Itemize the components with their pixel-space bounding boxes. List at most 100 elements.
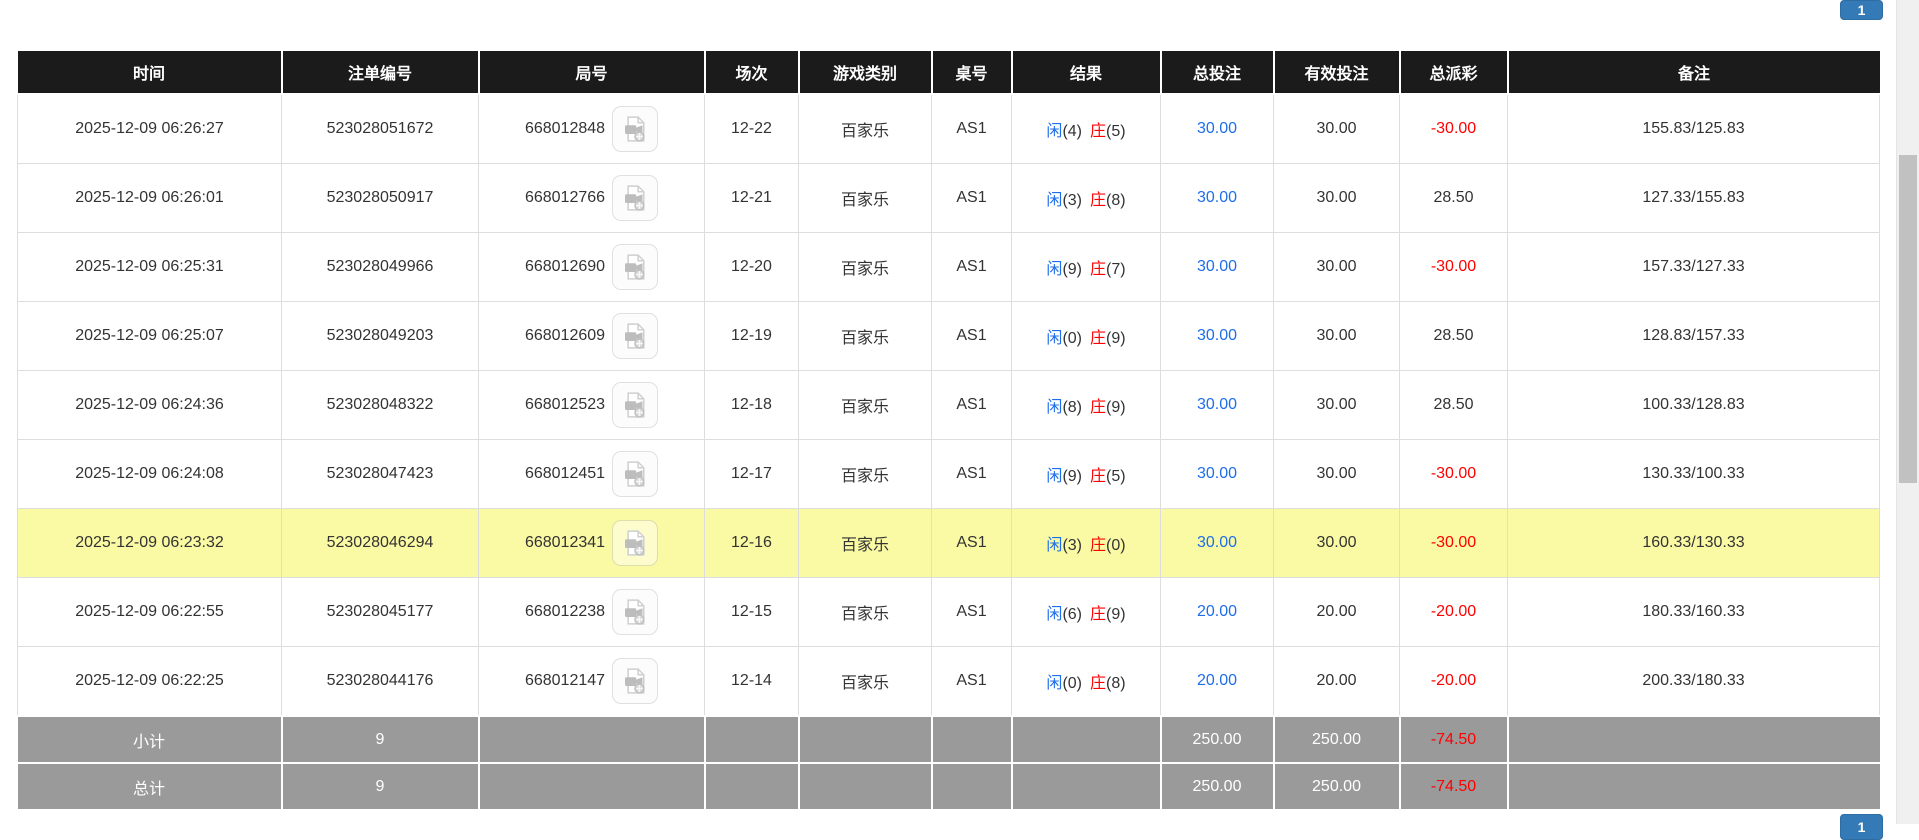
cell-bet-number: 523028044176 bbox=[281, 646, 479, 717]
cell-result: 闲(8) 庄(9) bbox=[1011, 370, 1161, 440]
cell-total-bet: 20.00 bbox=[1160, 577, 1274, 647]
player-result-score: (4) bbox=[1062, 123, 1082, 140]
subtotal-label: 小计 bbox=[17, 715, 283, 764]
cell-remark: 100.33/128.83 bbox=[1507, 370, 1880, 440]
col-table-number: 桌号 bbox=[930, 51, 1013, 95]
scrollbar-thumb[interactable] bbox=[1899, 155, 1917, 483]
cell-bet-number: 523028049966 bbox=[281, 232, 479, 302]
video-file-icon bbox=[625, 668, 645, 694]
round-number: 668012341 bbox=[524, 534, 606, 551]
cell-session: 12-16 bbox=[704, 508, 799, 578]
col-round-number: 局号 bbox=[477, 51, 706, 95]
total-row: 总计 9 250.00 250.00 -74.50 bbox=[17, 762, 1880, 809]
bet-records-panel: 时间 注单编号 局号 场次 游戏类别 桌号 结果 总投注 有效投注 总派彩 备注… bbox=[17, 51, 1880, 809]
cell-round-number: 668012451 bbox=[478, 439, 705, 509]
cell-result: 闲(9) 庄(5) bbox=[1011, 439, 1161, 509]
video-replay-button[interactable] bbox=[612, 313, 659, 359]
banker-result-score: (9) bbox=[1106, 606, 1126, 623]
subtotal-valid-bet: 250.00 bbox=[1272, 715, 1401, 764]
video-file-icon bbox=[625, 599, 645, 625]
video-replay-button[interactable] bbox=[612, 244, 659, 290]
cell-game-type: 百家乐 bbox=[798, 163, 932, 233]
cell-remark: 155.83/125.83 bbox=[1507, 93, 1880, 164]
cell-bet-number: 523028047423 bbox=[281, 439, 479, 509]
cell-valid-bet: 30.00 bbox=[1273, 93, 1400, 164]
col-bet-number: 注单编号 bbox=[280, 51, 480, 95]
player-result-score: (3) bbox=[1062, 192, 1082, 209]
video-replay-button[interactable] bbox=[612, 589, 659, 635]
header-row: 时间 注单编号 局号 场次 游戏类别 桌号 结果 总投注 有效投注 总派彩 备注 bbox=[17, 51, 1880, 95]
cell-round-number: 668012523 bbox=[478, 370, 705, 440]
table-row: 2025-12-09 06:22:55 523028045177 668012238… bbox=[17, 577, 1880, 647]
subtotal-row: 小计 9 250.00 250.00 -74.50 bbox=[17, 715, 1880, 764]
cell-valid-bet: 20.00 bbox=[1273, 646, 1400, 717]
cell-empty bbox=[703, 715, 800, 764]
cell-round-number: 668012609 bbox=[478, 301, 705, 371]
video-replay-button[interactable] bbox=[612, 175, 659, 221]
cell-round-number: 668012238 bbox=[478, 577, 705, 647]
cell-total-payout: -30.00 bbox=[1399, 93, 1508, 164]
col-valid-bet: 有效投注 bbox=[1272, 51, 1401, 95]
video-replay-button[interactable] bbox=[612, 451, 659, 497]
cell-remark: 130.33/100.33 bbox=[1507, 439, 1880, 509]
total-label: 总计 bbox=[17, 762, 283, 809]
cell-result: 闲(0) 庄(9) bbox=[1011, 301, 1161, 371]
col-total-payout: 总派彩 bbox=[1398, 51, 1509, 95]
cell-remark: 180.33/160.33 bbox=[1507, 577, 1880, 647]
cell-empty bbox=[1506, 715, 1880, 764]
player-result-label: 闲 bbox=[1046, 123, 1063, 140]
player-result-label: 闲 bbox=[1046, 399, 1063, 416]
cell-total-bet: 30.00 bbox=[1160, 439, 1274, 509]
cell-session: 12-14 bbox=[704, 646, 799, 717]
player-result-score: (8) bbox=[1062, 399, 1082, 416]
cell-time: 2025-12-09 06:24:36 bbox=[17, 370, 282, 440]
col-total-bet: 总投注 bbox=[1159, 51, 1275, 95]
cell-game-type: 百家乐 bbox=[798, 508, 932, 578]
player-result-score: (0) bbox=[1062, 330, 1082, 347]
pagination-page-1-top[interactable]: 1 bbox=[1840, 0, 1883, 20]
cell-table-number: AS1 bbox=[931, 93, 1012, 164]
cell-total-bet: 30.00 bbox=[1160, 93, 1274, 164]
cell-total-payout: 28.50 bbox=[1399, 163, 1508, 233]
player-result-label: 闲 bbox=[1046, 675, 1063, 692]
table-row: 2025-12-09 06:25:31 523028049966 668012690… bbox=[17, 232, 1880, 302]
cell-empty bbox=[1010, 715, 1162, 764]
cell-game-type: 百家乐 bbox=[798, 232, 932, 302]
cell-remark: 127.33/155.83 bbox=[1507, 163, 1880, 233]
cell-valid-bet: 30.00 bbox=[1273, 232, 1400, 302]
cell-result: 闲(9) 庄(7) bbox=[1011, 232, 1161, 302]
video-replay-button[interactable] bbox=[612, 382, 659, 428]
table-row: 2025-12-09 06:23:32 523028046294 668012341… bbox=[17, 508, 1880, 578]
table-row: 2025-12-09 06:24:08 523028047423 668012451… bbox=[17, 439, 1880, 509]
video-replay-button[interactable] bbox=[612, 520, 659, 566]
player-result-label: 闲 bbox=[1046, 468, 1063, 485]
video-replay-button[interactable] bbox=[612, 658, 659, 704]
cell-bet-number: 523028050917 bbox=[281, 163, 479, 233]
table-row: 2025-12-09 06:22:25 523028044176 668012147… bbox=[17, 646, 1880, 717]
banker-result-score: (8) bbox=[1106, 675, 1126, 692]
cell-time: 2025-12-09 06:23:32 bbox=[17, 508, 282, 578]
pagination-page-1-bottom[interactable]: 1 bbox=[1840, 814, 1883, 840]
cell-empty bbox=[703, 762, 800, 809]
banker-result-score: (9) bbox=[1106, 330, 1126, 347]
cell-valid-bet: 30.00 bbox=[1273, 163, 1400, 233]
banker-result-label: 庄 bbox=[1090, 123, 1107, 140]
table-row: 2025-12-09 06:24:36 523028048322 668012523… bbox=[17, 370, 1880, 440]
cell-round-number: 668012147 bbox=[478, 646, 705, 717]
cell-session: 12-17 bbox=[704, 439, 799, 509]
cell-total-bet: 30.00 bbox=[1160, 370, 1274, 440]
cell-bet-number: 523028049203 bbox=[281, 301, 479, 371]
cell-total-payout: -30.00 bbox=[1399, 439, 1508, 509]
cell-result: 闲(0) 庄(8) bbox=[1011, 646, 1161, 717]
banker-result-label: 庄 bbox=[1090, 606, 1107, 623]
video-replay-button[interactable] bbox=[612, 106, 659, 152]
cell-total-payout: 28.50 bbox=[1399, 301, 1508, 371]
cell-total-payout: 28.50 bbox=[1399, 370, 1508, 440]
cell-empty bbox=[797, 762, 933, 809]
cell-valid-bet: 30.00 bbox=[1273, 301, 1400, 371]
cell-session: 12-15 bbox=[704, 577, 799, 647]
cell-total-payout: -20.00 bbox=[1399, 577, 1508, 647]
banker-result-score: (7) bbox=[1106, 261, 1126, 278]
scrollbar-track[interactable] bbox=[1896, 0, 1919, 824]
cell-time: 2025-12-09 06:22:55 bbox=[17, 577, 282, 647]
